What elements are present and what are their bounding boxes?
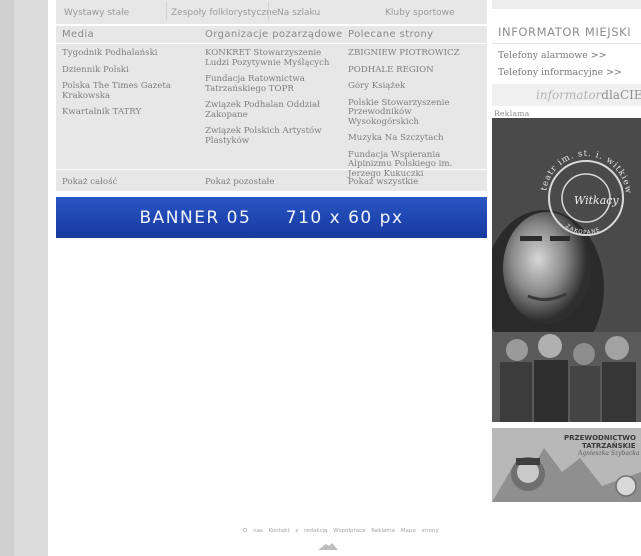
footer-sitemap-link[interactable]: Mapa strony (401, 528, 439, 534)
tab-na-szlaku[interactable]: Na szlaku (277, 8, 320, 18)
sidebar-top-box (492, 0, 641, 9)
recommended-link[interactable]: PODHALE REGION (348, 65, 482, 76)
divider (166, 2, 167, 20)
witkacy-logo: Witkacy (574, 194, 619, 207)
ngo-link[interactable]: Fundacja Ratownictwa Tatrzańskiego TOPR (205, 74, 341, 94)
left-gutter (0, 0, 14, 556)
footer-mountain-icon (318, 543, 338, 550)
footer-contact-link[interactable]: Kontakt z redakcją (269, 528, 328, 534)
theatre-ad-image: teatr im. st. i. witkiewicza ZAKOPANE Wi… (492, 118, 641, 422)
ngo-heading: Organizacje pozarządowe (205, 29, 343, 40)
recommended-link[interactable]: ZBIGNIEW PIOTROWICZ (348, 48, 482, 59)
tab-kluby-sportowe[interactable]: Kluby sportowe (385, 8, 455, 18)
show-all-media-link[interactable]: Pokaż całość (62, 177, 117, 187)
sidebar: INFORMATOR MIEJSKI Telefony alarmowe >> … (492, 0, 641, 556)
ad2-author: Agnieszka Szybacka (578, 450, 640, 457)
footer-links: O nas Kontakt z redakcją Współpraca Rekl… (243, 528, 439, 534)
footer-about-link[interactable]: O nas (243, 528, 263, 534)
media-link[interactable]: Dziennik Polski (62, 65, 194, 76)
ad-label: Reklama (494, 109, 530, 118)
ad2-subtitle: TATRZAŃSKIE (582, 442, 636, 450)
recommended-list: ZBIGNIEW PIOTROWICZ PODHALE REGION Góry … (348, 48, 482, 186)
media-link[interactable]: Polska The Times Gazeta Krakowska (62, 81, 194, 101)
ngo-list: KONKRET Stowarzyszenie Ludzi Pozytywnie … (205, 48, 341, 153)
footer-advertising-link[interactable]: Reklama (371, 528, 395, 534)
media-link[interactable]: Kwartalnik TATRY (62, 107, 194, 118)
info-phones-link[interactable]: Telefony informacyjne >> (498, 67, 622, 78)
show-other-ngo-link[interactable]: Pokaż pozostałe (205, 177, 274, 187)
theatre-ad[interactable]: teatr im. st. i. witkiewicza ZAKOPANE Wi… (492, 118, 641, 422)
ngo-link[interactable]: Związek Polskich Artystów Plastyków (205, 126, 341, 146)
tab-zespoly-folklorystyczne[interactable]: Zespoły folklorystyczne (171, 8, 277, 18)
recommended-link[interactable]: Fundacja Wspierania Alpinizmu Polskiego … (348, 150, 482, 180)
ad2-title: PRZEWODNICTWO (564, 434, 636, 442)
media-heading: Media (62, 29, 95, 40)
informator-logo: informatordlaCIEBIE (536, 88, 641, 102)
recommended-heading: Polecane strony (348, 29, 434, 40)
divider (492, 43, 641, 44)
show-all-recommended-link[interactable]: Pokaż wszystkie (348, 177, 418, 187)
ngo-link[interactable]: KONKRET Stowarzyszenie Ludzi Pozytywnie … (205, 48, 341, 68)
divider (56, 169, 487, 170)
informator-logo-box[interactable]: informatordlaCIEBIE (492, 84, 641, 106)
emergency-phones-link[interactable]: Telefony alarmowe >> (498, 50, 607, 61)
footer-cooperation-link[interactable]: Współpraca (333, 528, 365, 534)
banner-text: BANNER 05 710 x 60 px (139, 207, 404, 228)
page: Wystawy stałe Zespoły folklorystyczne Na… (0, 0, 641, 556)
sidebar-title: INFORMATOR MIEJSKI (498, 25, 632, 39)
tab-wystawy-stale[interactable]: Wystawy stałe (64, 8, 129, 18)
recommended-link[interactable]: Góry Książek (348, 81, 482, 92)
divider (56, 43, 487, 44)
recommended-link[interactable]: Muzyka Na Szczytach (348, 133, 482, 144)
mountain-guides-ad[interactable]: PRZEWODNICTWO TATRZAŃSKIE Agnieszka Szyb… (492, 428, 641, 502)
media-link[interactable]: Tygodnik Podhalański (62, 48, 194, 59)
banner-ad[interactable]: BANNER 05 710 x 60 px (56, 197, 487, 238)
media-list: Tygodnik Podhalański Dziennik Polski Pol… (62, 48, 194, 125)
recommended-link[interactable]: Polskie Stowarzyszenie Przewodników Wyso… (348, 98, 482, 128)
ngo-link[interactable]: Związek Podhalan Oddział Zakopane (205, 100, 341, 120)
divider (268, 2, 269, 20)
